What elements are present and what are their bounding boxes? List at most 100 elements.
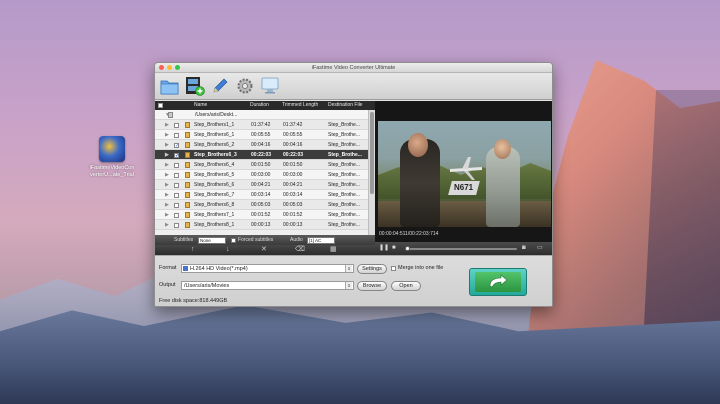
move-down-icon[interactable]: ↓: [226, 245, 230, 255]
row-checkbox[interactable]: [174, 203, 179, 208]
add-video-button[interactable]: [184, 76, 205, 97]
file-duration: 00:04:16: [251, 142, 271, 148]
browse-button[interactable]: Browse: [357, 281, 387, 291]
playback-progress-knob[interactable]: [405, 246, 411, 251]
disclosure-triangle-icon[interactable]: ▶: [165, 130, 169, 140]
table-row[interactable]: ▶ Step_Brothers6_5 00:03:00 00:03:00 Ste…: [155, 170, 368, 180]
folder-open-icon[interactable]: ▭: [537, 244, 543, 253]
disclosure-triangle-icon[interactable]: ▶: [165, 180, 169, 190]
table-row[interactable]: ▶ Step_Brothers1_1 01:37:42 01:37:42 Ste…: [155, 120, 368, 130]
row-checkbox[interactable]: [174, 133, 179, 138]
disclosure-triangle-icon[interactable]: ▶: [165, 140, 169, 150]
column-duration[interactable]: Duration: [250, 101, 269, 110]
convert-button[interactable]: [469, 268, 527, 296]
table-row[interactable]: ▶ Step_Brothers6_2 00:04:16 00:04:16 Ste…: [155, 140, 368, 151]
title-bar: iFastime Video Converter Ultimate: [155, 63, 552, 73]
row-checkbox[interactable]: [174, 141, 179, 151]
file-name: Step_Brothers6_5: [194, 172, 235, 178]
select-all-checkbox[interactable]: [158, 103, 163, 108]
chevron-down-icon: ⇕: [345, 282, 352, 289]
row-checkbox[interactable]: [174, 223, 179, 228]
audio-select[interactable]: [1] AC: [307, 237, 335, 244]
file-destination: Step_Brothe...: [328, 222, 360, 228]
file-list-pane: Name Duration Trimmed Length Destination…: [155, 101, 375, 255]
file-duration: 00:04:21: [251, 182, 271, 188]
file-trimmed-length: 00:01:52: [283, 212, 303, 218]
settings-button[interactable]: [234, 76, 255, 97]
file-duration: 00:22:03: [251, 152, 272, 158]
scrollbar-thumb[interactable]: [370, 112, 374, 194]
minimize-window-button[interactable]: [167, 65, 172, 70]
file-duration: 00:03:00: [251, 172, 271, 178]
file-list-header: Name Duration Trimmed Length Destination…: [155, 101, 375, 110]
disclosure-triangle-icon[interactable]: ▶: [165, 120, 169, 130]
table-row[interactable]: ▶ Step_Brothers6_7 00:03:14 00:03:14 Ste…: [155, 190, 368, 200]
folder-row[interactable]: ▼ /Users/aris/Deskt...: [155, 110, 368, 120]
column-trimmed-length[interactable]: Trimmed Length: [282, 101, 318, 110]
file-duration: 00:00:13: [251, 222, 271, 228]
file-duration: 00:01:52: [251, 212, 271, 218]
row-checkbox[interactable]: [174, 183, 179, 188]
forced-subtitles-checkbox[interactable]: [231, 238, 236, 243]
disclosure-triangle-icon[interactable]: ▶: [165, 210, 169, 220]
merge-checkbox[interactable]: [391, 266, 396, 271]
row-checkbox[interactable]: [174, 173, 179, 178]
playback-progress[interactable]: [405, 246, 517, 251]
video-scene-head-right: [494, 139, 511, 159]
file-trimmed-length: 01:37:42: [283, 122, 303, 128]
free-disk-space: Free disk space:818.449GB: [159, 298, 228, 304]
disclosure-triangle-icon[interactable]: ▶: [165, 160, 169, 170]
snapshot-icon[interactable]: ◙: [522, 244, 526, 253]
column-destination-file[interactable]: Destination File: [328, 101, 362, 110]
file-rows: ▼ /Users/aris/Deskt... ▶ Step_Brothers1_…: [155, 110, 368, 235]
format-select[interactable]: H.264 HD Video(*.mp4) ⇕: [181, 264, 354, 273]
merge-icon[interactable]: ▦: [330, 245, 337, 255]
output-path-field[interactable]: /Users/aris/Movies ⇕: [181, 281, 354, 290]
table-row[interactable]: ▶ Step_Brothers7_1 00:01:52 00:01:52 Ste…: [155, 210, 368, 220]
window-controls: [159, 65, 180, 70]
row-checkbox[interactable]: [174, 123, 179, 128]
table-row-selected[interactable]: ▶ Step_Brothers6_3 00:22:03 00:22:03 Ste…: [155, 150, 368, 161]
desktop-app-icon[interactable]: iFastimeVideoCon verterU...ate_Trial: [86, 136, 138, 179]
table-row[interactable]: ▶ Step_Brothers6_8 00:05:03 00:05:03 Ste…: [155, 200, 368, 210]
open-button[interactable]: Open: [391, 281, 421, 291]
toolbar: [155, 73, 552, 100]
subtitles-select[interactable]: None: [198, 237, 226, 244]
settings-button[interactable]: Settings: [357, 264, 387, 274]
screen-button[interactable]: [259, 76, 280, 97]
format-value: H.264 HD Video(*.mp4): [190, 266, 248, 272]
file-destination: Step_Brothe...: [328, 172, 360, 178]
table-row[interactable]: ▶ Step_Brothers6_4 00:01:50 00:01:50 Ste…: [155, 160, 368, 170]
audio-label: Audio: [290, 237, 303, 243]
disclosure-triangle-icon[interactable]: ▶: [165, 200, 169, 210]
output-label: Output: [159, 282, 176, 288]
column-name[interactable]: Name: [194, 101, 207, 110]
table-row[interactable]: ▶ Step_Brothers8_1 00:00:13 00:00:13 Ste…: [155, 220, 368, 230]
row-checkbox[interactable]: [174, 151, 179, 161]
file-list-scrollbar[interactable]: [368, 110, 375, 235]
move-up-icon[interactable]: ↑: [191, 245, 195, 255]
remove-icon[interactable]: ✕: [261, 245, 267, 255]
row-checkbox[interactable]: [174, 213, 179, 218]
row-checkbox[interactable]: [174, 193, 179, 198]
folder-icon: [160, 80, 179, 94]
close-window-button[interactable]: [159, 65, 164, 70]
table-row[interactable]: ▶ Step_Brothers6_1 00:05:55 00:05:55 Ste…: [155, 130, 368, 140]
file-name: Step_Brothers6_2: [194, 142, 235, 148]
row-checkbox[interactable]: [174, 163, 179, 168]
disclosure-triangle-icon[interactable]: ▶: [165, 170, 169, 180]
film-add-icon: [185, 77, 205, 96]
file-name: Step_Brothers1_1: [194, 122, 235, 128]
maximize-window-button[interactable]: [175, 65, 180, 70]
video-preview[interactable]: N671: [378, 121, 551, 227]
add-folder-button[interactable]: [159, 76, 180, 97]
table-row[interactable]: ▶ Step_Brothers6_6 00:04:21 00:04:21 Ste…: [155, 180, 368, 190]
pause-icon[interactable]: ❚❚: [379, 244, 389, 253]
disclosure-triangle-icon[interactable]: ▶: [165, 150, 169, 160]
video-scene-person-right: [486, 147, 520, 227]
disclosure-triangle-icon[interactable]: ▶: [165, 220, 169, 230]
edit-button[interactable]: [209, 76, 230, 97]
disclosure-triangle-icon[interactable]: ▶: [165, 190, 169, 200]
stop-icon[interactable]: ■: [392, 244, 396, 253]
trash-icon[interactable]: ⌫: [295, 245, 305, 255]
